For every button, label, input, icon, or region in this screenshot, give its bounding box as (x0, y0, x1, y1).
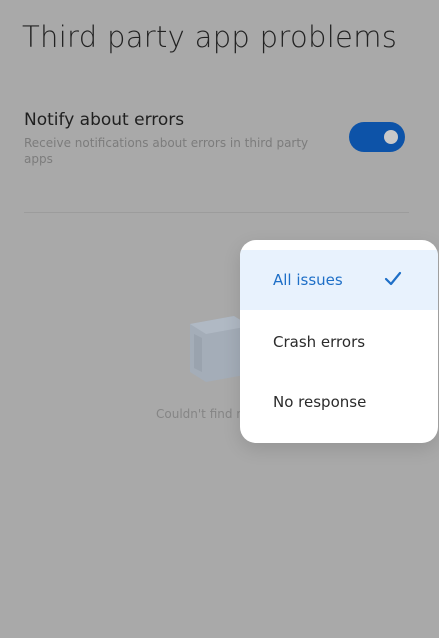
filter-dropdown-menu: All issues Crash errors No response (240, 240, 438, 443)
option-crash-errors[interactable]: Crash errors (240, 312, 438, 372)
setting-title: Notify about errors (24, 110, 185, 130)
divider (24, 212, 409, 213)
option-all-issues[interactable]: All issues (240, 250, 438, 310)
screen: Third party app problems Notify about er… (0, 0, 439, 638)
setting-description: Receive notifications about errors in th… (24, 136, 309, 166)
checkmark-icon (384, 271, 402, 286)
option-no-response[interactable]: No response (240, 372, 438, 432)
option-label: All issues (273, 271, 343, 289)
notify-errors-setting[interactable]: Notify about errors Receive notification… (24, 108, 419, 178)
empty-state-message: Couldn't find r (156, 407, 242, 421)
toggle-knob (384, 130, 398, 144)
option-label: Crash errors (273, 333, 366, 351)
option-label: No response (273, 393, 367, 411)
notify-errors-toggle[interactable] (349, 122, 405, 152)
page-title: Third party app problems (22, 20, 398, 54)
